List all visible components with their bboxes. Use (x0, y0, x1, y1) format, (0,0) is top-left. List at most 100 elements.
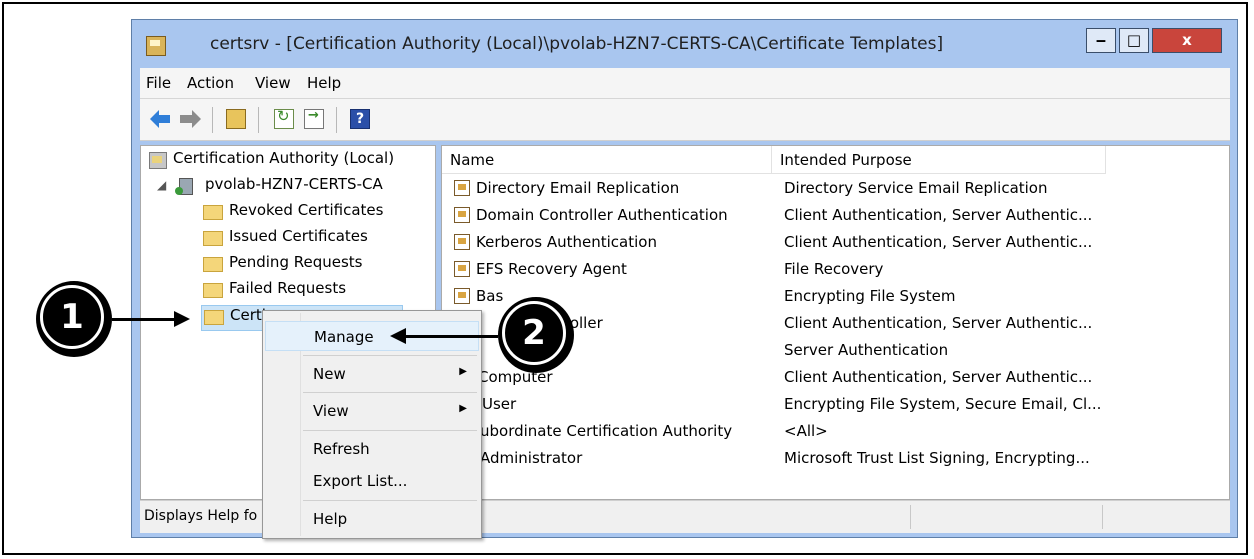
template-purpose: Microsoft Trust List Signing, Encrypting… (784, 449, 1090, 467)
up-one-level-icon[interactable] (226, 109, 246, 129)
submenu-arrow-icon: ▶ (459, 403, 467, 414)
help-icon[interactable]: ? (350, 109, 370, 129)
template-purpose: Client Authentication, Server Authentic.… (784, 314, 1093, 332)
list-item[interactable]: Administrator Microsoft Trust List Signi… (442, 445, 1229, 472)
menu-file[interactable]: File (146, 74, 171, 92)
template-name: Directory Email Replication (476, 179, 680, 197)
context-menu-new[interactable]: New ▶ (265, 359, 479, 389)
certification-authority-icon (149, 152, 167, 169)
menu-bar: File Action View Help (140, 68, 1230, 99)
tree-item-label: Revoked Certificates (229, 201, 384, 219)
menu-item-label: New (313, 365, 346, 383)
template-purpose: Client Authentication, Server Authentic.… (784, 368, 1093, 386)
forward-arrow-icon[interactable] (180, 109, 202, 129)
template-purpose: <All> (784, 422, 828, 440)
context-menu-refresh[interactable]: Refresh (265, 434, 479, 464)
template-purpose: Client Authentication, Server Authentic.… (784, 206, 1093, 224)
list-item[interactable]: ubordinate Certification Authority <All> (442, 418, 1229, 445)
toolbar-separator (336, 107, 337, 133)
list-item[interactable]: Directory Email Replication Directory Se… (442, 175, 1229, 202)
submenu-arrow-icon: ▶ (459, 366, 467, 377)
list-item[interactable]: Domain Controller Authentication Client … (442, 202, 1229, 229)
maximize-button[interactable]: □ (1119, 28, 1149, 53)
menu-item-label: Export List... (313, 472, 408, 490)
folder-icon (204, 310, 224, 325)
status-text: Displays Help fo (144, 508, 258, 524)
tree-item-issued[interactable]: Issued Certificates (197, 227, 429, 251)
callout-step-2: 2 (498, 297, 574, 373)
tree-item-pending[interactable]: Pending Requests (197, 253, 429, 277)
menu-item-label: Refresh (313, 440, 370, 458)
tree-item-label: Pending Requests (229, 253, 363, 271)
certificate-template-icon (454, 234, 470, 250)
certificate-template-icon (454, 180, 470, 196)
folder-icon (203, 231, 223, 246)
status-separator (1102, 505, 1103, 529)
callout-arrow-2 (406, 335, 498, 338)
title-bar[interactable]: certsrv - [Certification Authority (Loca… (132, 20, 1237, 68)
toolbar-separator (212, 107, 213, 133)
certsrv-app-icon (146, 36, 166, 56)
template-name: EFS Recovery Agent (476, 260, 627, 278)
template-name: ubordinate Certification Authority (480, 422, 733, 440)
tree-item-label: Issued Certificates (229, 227, 368, 245)
context-menu-help[interactable]: Help (265, 504, 479, 534)
toolbar-separator (258, 107, 259, 133)
menu-separator (303, 392, 477, 393)
template-name: Bas (476, 287, 504, 305)
menu-separator (303, 355, 477, 356)
minimize-button[interactable]: ‒ (1086, 28, 1116, 53)
tree-item-revoked[interactable]: Revoked Certificates (197, 201, 429, 225)
list-item[interactable]: User Encrypting File System, Secure Emai… (442, 391, 1229, 418)
folder-icon (203, 205, 223, 220)
menu-item-label: View (313, 402, 349, 420)
list-item[interactable]: Computer Client Authentication, Server A… (442, 364, 1229, 391)
context-menu-export-list[interactable]: Export List... (265, 466, 479, 496)
list-item[interactable]: Kerberos Authentication Client Authentic… (442, 229, 1229, 256)
tree-item-label: Failed Requests (229, 279, 347, 297)
template-name: User (482, 395, 517, 413)
tree-item-label: Certi (230, 306, 266, 324)
callout-step-1: 1 (36, 281, 112, 357)
template-purpose: Directory Service Email Replication (784, 179, 1048, 197)
tree-root[interactable]: Certification Authority (Local) (145, 149, 433, 173)
tree-ca-node[interactable]: ◢ pvolab-HZN7-CERTS-CA (145, 175, 433, 199)
template-purpose: Encrypting File System, Secure Email, Cl… (784, 395, 1102, 413)
column-header-purpose[interactable]: Intended Purpose (772, 146, 1106, 174)
callout-number: 1 (40, 285, 104, 349)
menu-separator (303, 500, 477, 501)
expand-arrow-icon[interactable]: ◢ (157, 178, 166, 192)
context-menu-view[interactable]: View ▶ (265, 396, 479, 426)
export-list-icon[interactable] (304, 108, 324, 129)
menu-help[interactable]: Help (307, 74, 341, 92)
certificate-template-icon (454, 261, 470, 277)
template-purpose: Server Authentication (784, 341, 949, 359)
ca-server-icon (175, 178, 193, 195)
menu-item-label: Manage (314, 328, 374, 346)
certificate-template-icon (454, 288, 470, 304)
context-menu: Manage New ▶ View ▶ Refresh Export List.… (262, 310, 482, 539)
tree-item-failed[interactable]: Failed Requests (197, 279, 429, 303)
template-purpose: Client Authentication, Server Authentic.… (784, 233, 1093, 251)
template-name: Kerberos Authentication (476, 233, 657, 251)
tree-root-label: Certification Authority (Local) (173, 149, 395, 167)
window-title: certsrv - [Certification Authority (Loca… (210, 34, 944, 54)
close-button[interactable]: x (1152, 28, 1222, 53)
callout-number: 2 (502, 301, 566, 365)
arrowhead-icon (174, 311, 190, 327)
menu-action[interactable]: Action (187, 74, 234, 92)
refresh-icon[interactable] (274, 107, 294, 129)
template-purpose: File Recovery (784, 260, 884, 278)
folder-icon (203, 283, 223, 298)
column-header-name[interactable]: Name (442, 146, 772, 174)
back-arrow-icon[interactable] (150, 109, 172, 129)
callout-arrow-1 (112, 318, 174, 321)
template-name: Domain Controller Authentication (476, 206, 728, 224)
menu-view[interactable]: View (255, 74, 291, 92)
menu-item-label: Help (313, 510, 348, 528)
list-item[interactable]: EFS Recovery Agent File Recovery (442, 256, 1229, 283)
arrowhead-icon (390, 328, 406, 344)
tree-ca-label: pvolab-HZN7-CERTS-CA (205, 175, 383, 193)
certificate-template-icon (454, 207, 470, 223)
status-separator (910, 505, 911, 529)
